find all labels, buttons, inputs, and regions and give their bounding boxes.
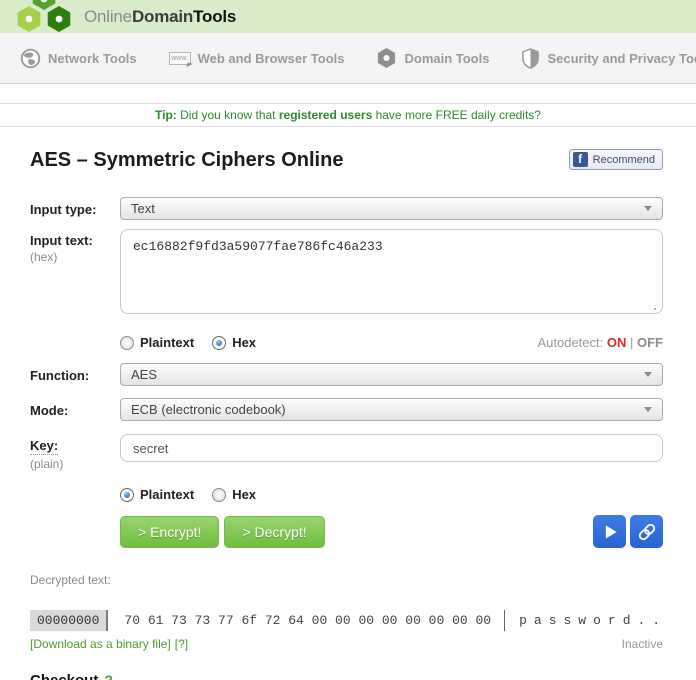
radio-icon [212, 488, 226, 502]
main-content: AES – Symmetric Ciphers Online f Recomme… [0, 149, 696, 680]
shield-icon [521, 48, 540, 69]
logo-domain: Domain [132, 7, 193, 26]
key-hex-radio[interactable]: Hex [212, 487, 256, 502]
input-text-label: Input text: [30, 233, 120, 248]
registered-users-link[interactable]: registered users [279, 108, 372, 122]
mode-value: ECB (electronic codebook) [131, 402, 636, 417]
key-sublabel: (plain) [30, 457, 120, 471]
radio-icon [212, 336, 226, 350]
function-select[interactable]: AES [120, 363, 663, 386]
recommend-label: Recommend [593, 154, 655, 166]
mode-label: Mode: [30, 403, 68, 418]
chevron-down-icon [644, 372, 652, 377]
main-nav: Network Tools www. Web and Browser Tools… [0, 33, 696, 84]
tip-banner: Tip: Did you know that registered users … [0, 103, 696, 127]
radio-icon [120, 488, 134, 502]
facebook-icon: f [573, 152, 588, 167]
download-help-link[interactable]: [?] [175, 637, 188, 651]
key-label: Key: [30, 438, 120, 455]
autodetect-label: Autodetect: [537, 335, 603, 350]
chevron-down-icon [644, 206, 652, 211]
checkout-help-link[interactable]: ? [104, 672, 113, 680]
hexdump-ascii: password........ [505, 610, 663, 631]
hexdump-bytes: 70 61 73 73 77 6f 72 64 00 00 00 00 00 0… [108, 610, 491, 631]
download-binary-link[interactable]: [Download as a binary file] [30, 637, 171, 651]
input-plaintext-radio[interactable]: Plaintext [120, 335, 194, 350]
function-value: AES [131, 367, 636, 382]
site-header: OnlineDomainTools [0, 0, 696, 33]
input-type-value: Text [131, 201, 636, 216]
nav-label: Network Tools [48, 51, 137, 66]
play-button[interactable] [593, 515, 626, 548]
logo-online: Online [84, 7, 132, 26]
encrypt-button[interactable]: > Encrypt! [120, 516, 219, 548]
hexdump-offset: 00000000 [30, 610, 108, 631]
permalink-button[interactable] [630, 515, 663, 548]
tip-prefix: Tip: [155, 108, 177, 122]
globe-icon [20, 48, 41, 69]
nav-label: Security and Privacy Tools [547, 51, 696, 66]
input-format-radio-group: Plaintext Hex [120, 335, 256, 350]
input-text-sublabel: (hex) [30, 250, 120, 264]
play-icon [600, 522, 620, 542]
function-label: Function: [30, 368, 89, 383]
logo-tools: Tools [193, 7, 236, 26]
decrypt-button[interactable]: > Decrypt! [224, 516, 324, 548]
www-icon: www. [169, 52, 191, 65]
key-plaintext-radio[interactable]: Plaintext [120, 487, 194, 502]
chevron-down-icon [644, 407, 652, 412]
nav-item-domain-tools[interactable]: Domain Tools [376, 47, 489, 69]
page-title: AES – Symmetric Ciphers Online [30, 149, 343, 172]
autodetect-control: Autodetect: ON | OFF [537, 335, 663, 350]
logo-text: OnlineDomainTools [84, 7, 236, 27]
hexdump-output: 00000000 70 61 73 73 77 6f 72 64 00 00 0… [30, 610, 663, 631]
checkout-title: Checkout [30, 672, 98, 680]
facebook-recommend-button[interactable]: f Recommend [569, 149, 663, 170]
hexagon-icon [376, 47, 397, 69]
radio-icon [120, 336, 134, 350]
input-type-label: Input type: [30, 202, 96, 217]
nav-item-security-privacy-tools[interactable]: Security and Privacy Tools [521, 48, 696, 69]
chain-link-icon [636, 521, 658, 543]
logo[interactable]: OnlineDomainTools [12, 0, 236, 33]
autodetect-on-link[interactable]: ON [607, 335, 627, 350]
input-type-select[interactable]: Text [120, 197, 663, 220]
input-text-area[interactable]: ec16882f9fd3a59077fae786fc46a233 [120, 229, 663, 314]
key-format-radio-group: Plaintext Hex [120, 487, 256, 502]
status-inactive: Inactive [622, 637, 663, 651]
hexagons-logo-icon [12, 0, 76, 33]
mode-select[interactable]: ECB (electronic codebook) [120, 398, 663, 421]
tip-text: Did you know that [177, 108, 279, 122]
decrypted-text-label: Decrypted text: [30, 573, 663, 587]
nav-item-web-browser-tools[interactable]: www. Web and Browser Tools [169, 51, 345, 66]
autodetect-off-link[interactable]: OFF [637, 335, 663, 350]
nav-label: Domain Tools [404, 51, 489, 66]
nav-item-network-tools[interactable]: Network Tools [20, 48, 137, 69]
tip-text: have more FREE daily credits? [372, 108, 541, 122]
input-hex-radio[interactable]: Hex [212, 335, 256, 350]
key-input[interactable] [120, 434, 663, 462]
nav-label: Web and Browser Tools [198, 51, 345, 66]
